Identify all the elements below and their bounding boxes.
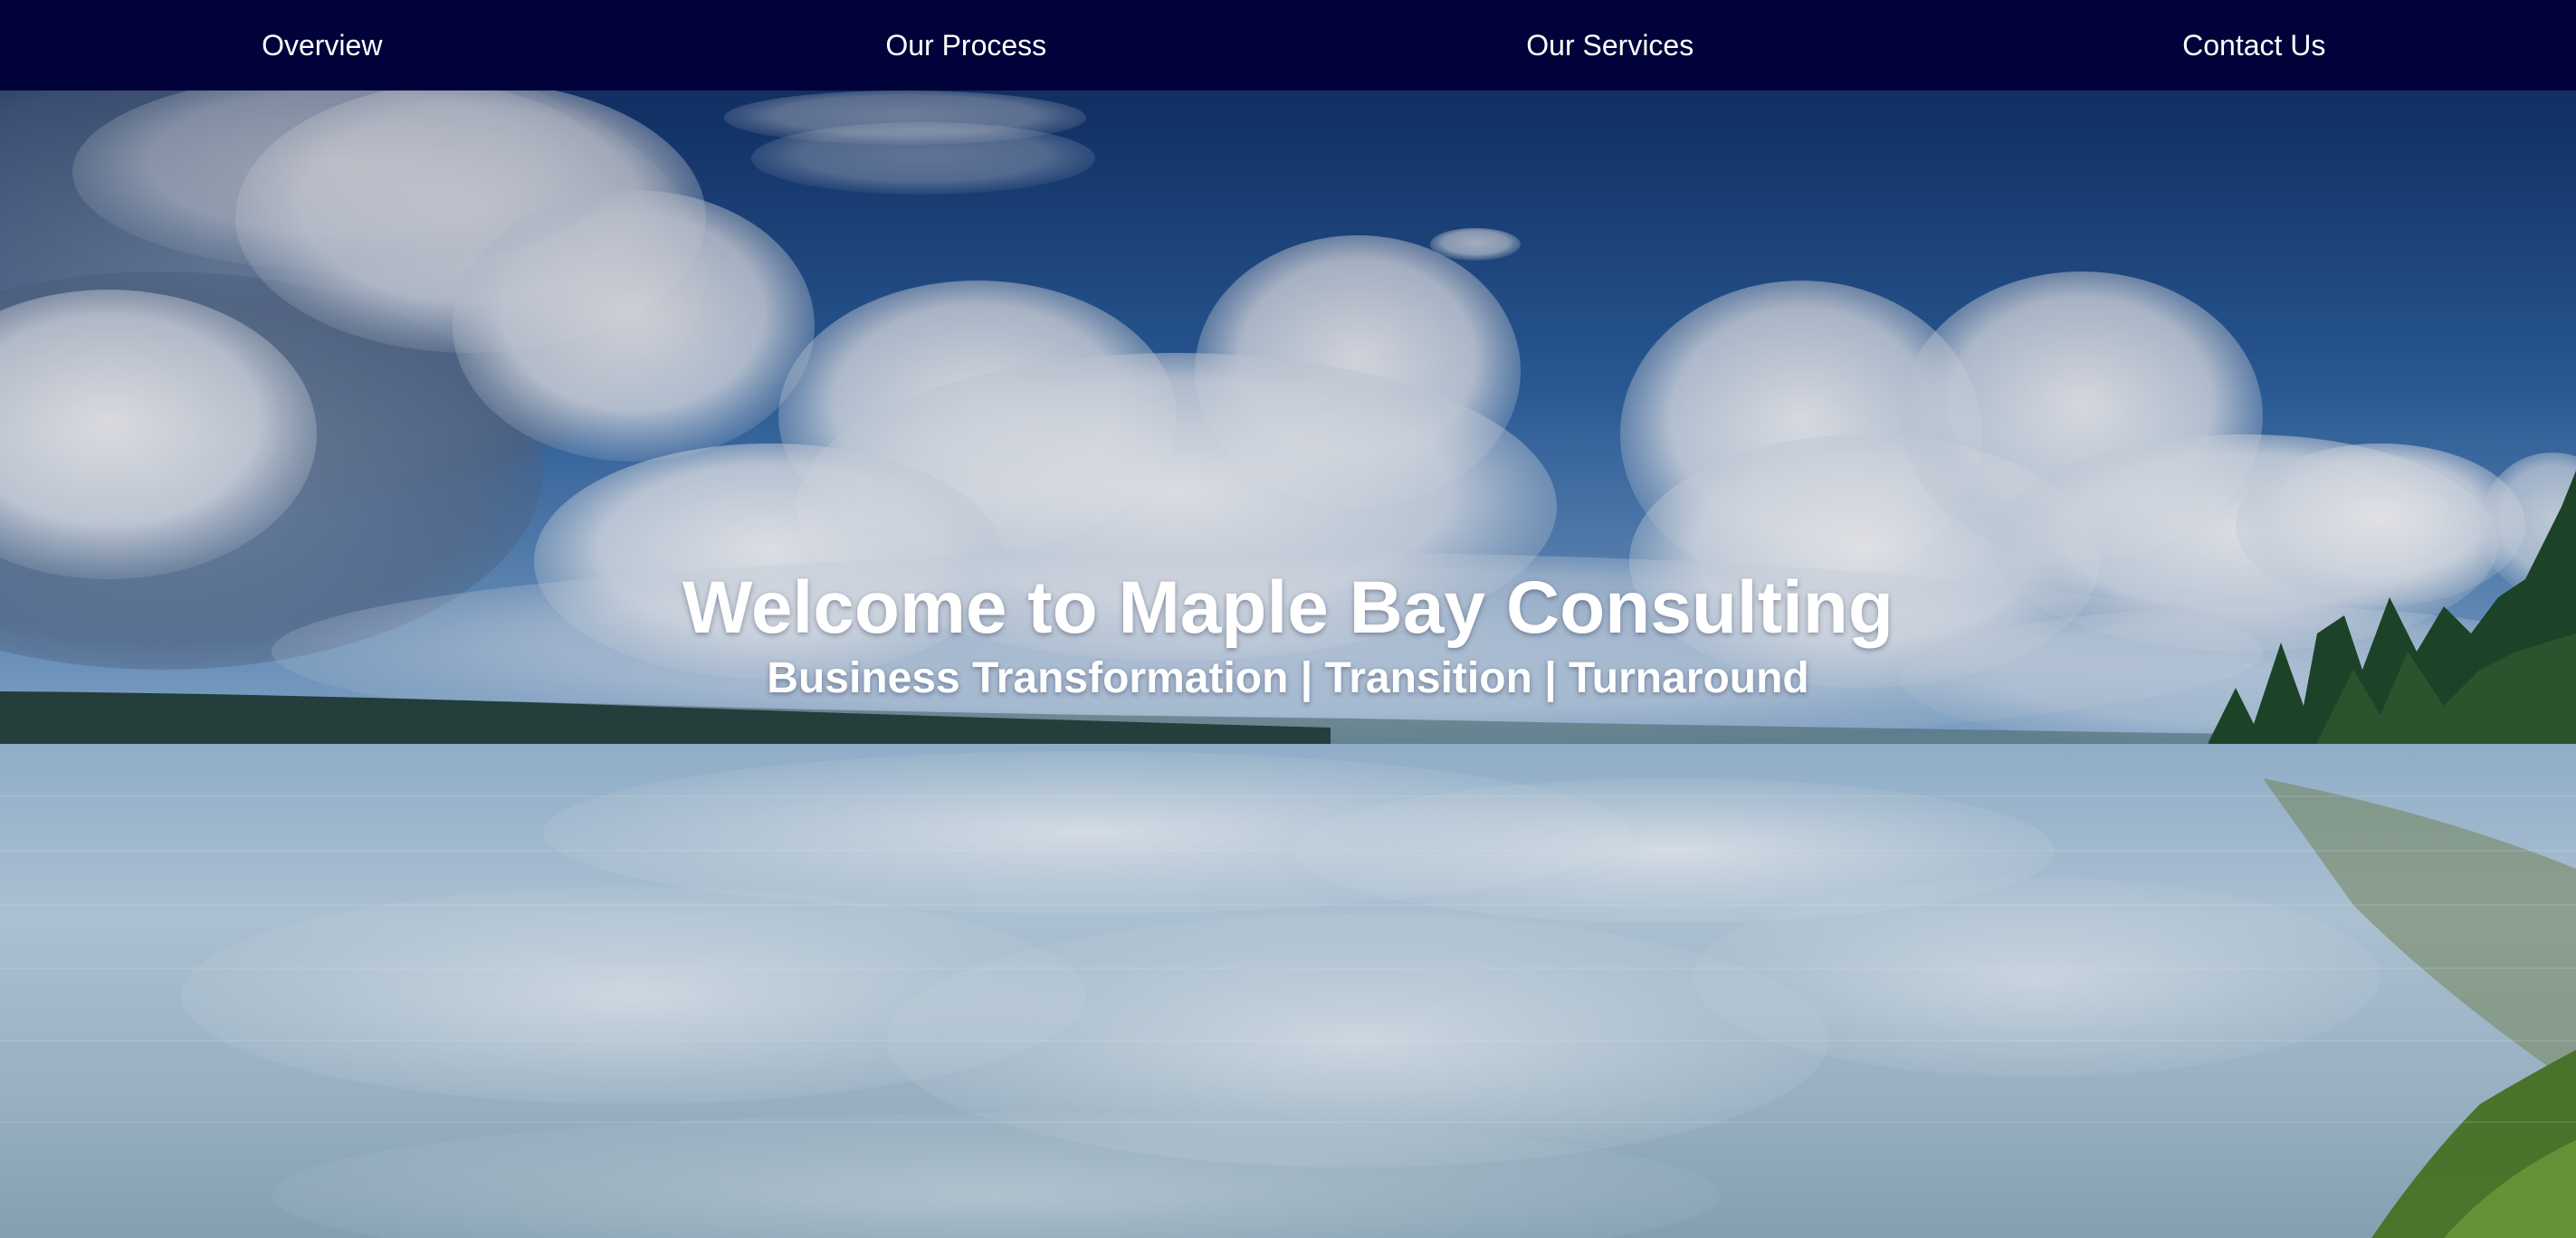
hero-subtitle: Business Transformation | Transition | T… (767, 654, 1809, 702)
nav-link-label: Overview (262, 28, 383, 62)
nav-link-label: Our Services (1526, 28, 1694, 62)
nav-link-our-services[interactable]: Our Services (1288, 0, 1932, 90)
page: Overview Our Process Our Services Contac… (0, 0, 2576, 1238)
nav-link-overview[interactable]: Overview (0, 0, 644, 90)
hero-title: Welcome to Maple Bay Consulting (682, 566, 1894, 649)
nav-link-contact-us[interactable]: Contact Us (1932, 0, 2576, 90)
top-navigation-bar: Overview Our Process Our Services Contac… (0, 0, 2576, 90)
nav-link-our-process[interactable]: Our Process (644, 0, 1289, 90)
nav-link-label: Contact Us (2182, 28, 2326, 62)
nav-link-label: Our Process (885, 28, 1047, 62)
hero-section: Welcome to Maple Bay Consulting Business… (0, 90, 2576, 1238)
